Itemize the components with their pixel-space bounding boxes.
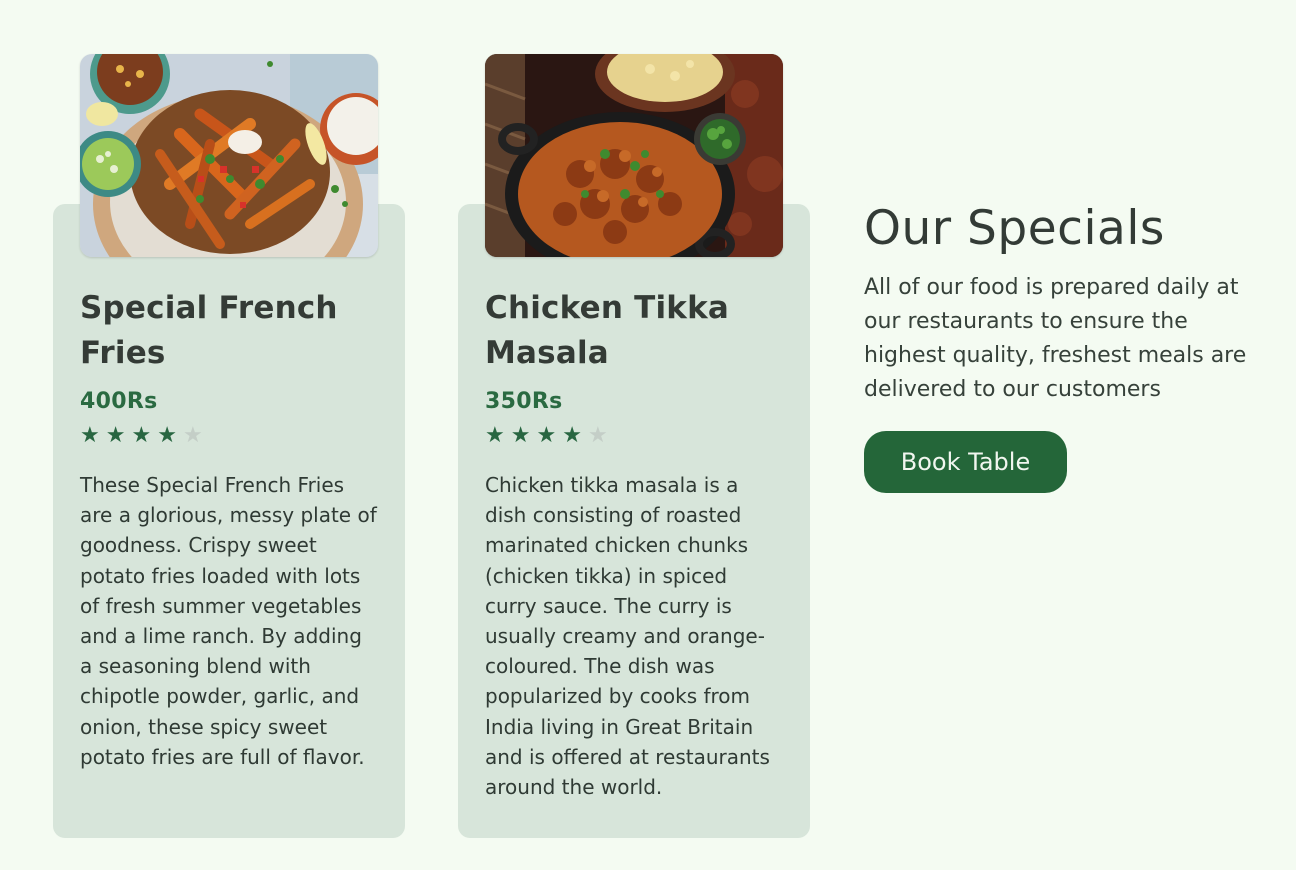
star-filled-icon: ★: [562, 423, 582, 448]
star-filled-icon: ★: [485, 423, 505, 448]
specials-title: Our Specials: [864, 201, 1165, 256]
chicken-tikka-masala-photo: [485, 54, 783, 257]
star-filled-icon: ★: [105, 423, 126, 448]
star-rating: ★ ★ ★ ★ ★: [80, 422, 380, 450]
specials-description: All of our food is prepared daily at our…: [864, 275, 1247, 402]
star-empty-icon: ★: [587, 423, 608, 448]
dish-title: Chicken Tikka Masala: [485, 290, 730, 371]
dish-title: Special French Fries: [80, 290, 338, 371]
star-rating: ★ ★ ★ ★ ★: [485, 422, 785, 450]
dish-card-body: Special French Fries 400Rs ★ ★ ★ ★ ★ These S…: [80, 286, 380, 772]
star-filled-icon: ★: [510, 423, 531, 448]
star-filled-icon: ★: [536, 423, 557, 448]
specials-section: Our Specials All of our food is prepared…: [864, 198, 1264, 493]
star-filled-icon: ★: [80, 423, 100, 448]
book-table-button[interactable]: Book Table: [864, 431, 1067, 493]
star-empty-icon: ★: [182, 423, 203, 448]
dish-price: 400Rs: [80, 389, 158, 414]
dish-description: These Special French Fries are a gloriou…: [80, 473, 377, 769]
dish-card-french-fries: Special French Fries 400Rs ★ ★ ★ ★ ★ These S…: [53, 204, 405, 838]
dish-card-body: Chicken Tikka Masala 350Rs ★ ★ ★ ★ ★ Chicken…: [485, 286, 785, 802]
dish-description: Chicken tikka masala is a dish consistin…: [485, 473, 770, 800]
star-filled-icon: ★: [157, 423, 177, 448]
dish-price: 350Rs: [485, 389, 563, 414]
star-filled-icon: ★: [131, 423, 152, 448]
dish-card-chicken-tikka-masala: Chicken Tikka Masala 350Rs ★ ★ ★ ★ ★ Chicken…: [458, 204, 810, 838]
french-fries-photo: [80, 54, 378, 257]
